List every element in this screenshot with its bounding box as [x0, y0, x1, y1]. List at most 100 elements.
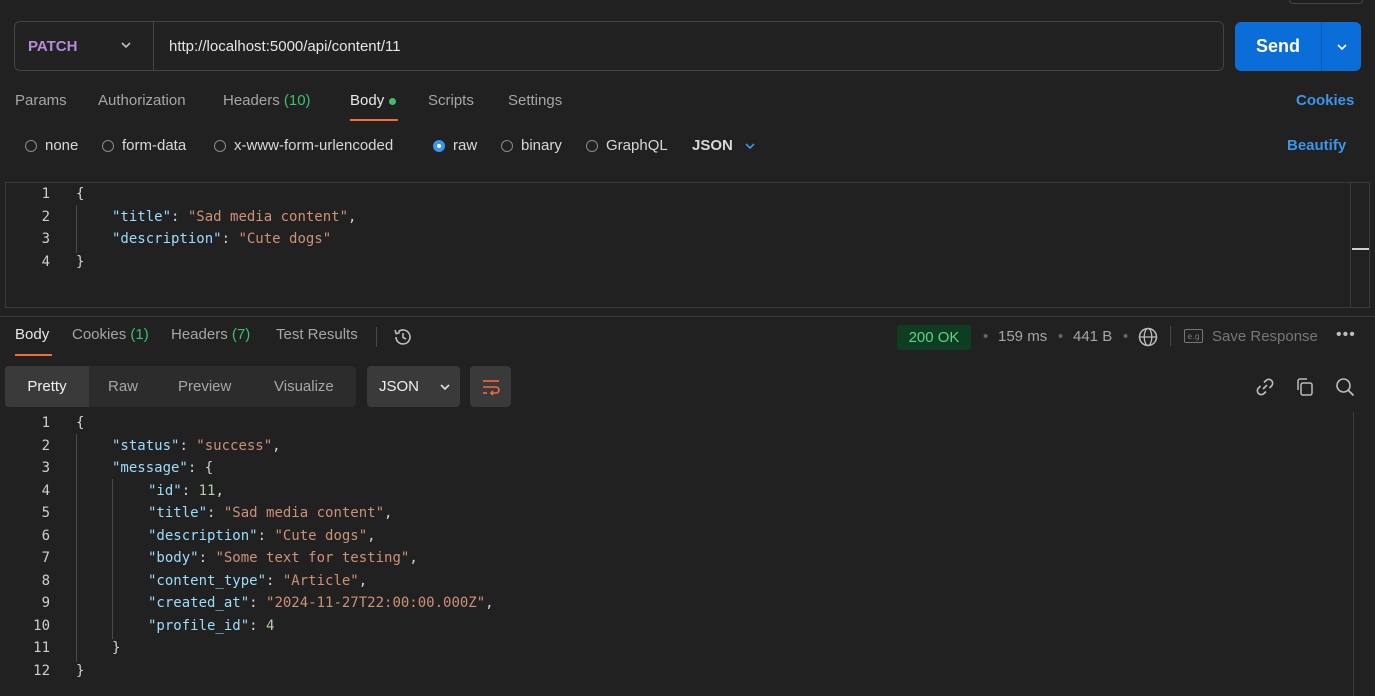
radio-label: x-www-form-urlencoded	[234, 137, 394, 154]
code-line: "status": "success",	[112, 438, 281, 454]
json-number: 11	[198, 483, 216, 499]
radio-circle	[501, 139, 513, 152]
active-tab-underline	[15, 354, 52, 356]
radio-graphql[interactable]: GraphQL	[586, 137, 668, 154]
json-key: "content_type"	[148, 573, 267, 589]
indent-guide	[76, 205, 77, 253]
tab-body[interactable]: Body	[350, 92, 397, 114]
code-line: "message": {	[112, 460, 214, 476]
response-format-select[interactable]: JSON	[367, 366, 460, 407]
wrap-lines-button[interactable]	[470, 366, 511, 407]
search-icon[interactable]	[1334, 376, 1356, 398]
radio-urlencoded[interactable]: x-www-form-urlencoded	[214, 137, 393, 154]
view-pretty[interactable]: Pretty	[5, 366, 89, 407]
code-line: "id": 11,	[148, 483, 224, 499]
globe-icon[interactable]	[1137, 326, 1159, 348]
code-line: "description": "Cute dogs"	[112, 231, 332, 247]
json-key: "title"	[112, 209, 172, 225]
response-time[interactable]: 159 ms	[998, 328, 1047, 345]
tab-label: Headers	[223, 92, 280, 109]
radio-circle	[214, 139, 226, 152]
response-tab-headers[interactable]: Headers (7)	[171, 326, 250, 348]
tab-count: (10)	[283, 92, 311, 109]
status-badge[interactable]: 200 OK	[897, 325, 971, 350]
json-key: "title"	[148, 505, 208, 521]
response-tab-body[interactable]: Body	[15, 326, 49, 348]
url-input[interactable]: http://localhost:5000/api/content/11	[169, 21, 401, 71]
line-number: 7	[41, 550, 50, 566]
cookies-link[interactable]: Cookies	[1296, 92, 1354, 114]
json-string: "2024-11-27T22:00:00.000Z"	[266, 595, 486, 611]
response-size[interactable]: 441 B	[1073, 328, 1112, 345]
line-number: 6	[41, 528, 50, 544]
radio-label: GraphQL	[606, 137, 668, 154]
line-number: 5	[41, 505, 50, 521]
brace-close: }	[112, 640, 121, 656]
line-number: 4	[41, 483, 50, 499]
divider	[376, 327, 377, 347]
json-key: "id"	[148, 483, 182, 499]
format-label: JSON	[379, 378, 420, 395]
pane-divider[interactable]	[0, 316, 1375, 317]
tab-authorization[interactable]: Authorization	[98, 92, 186, 114]
tab-label: Body	[350, 92, 385, 109]
editor-scrollbar[interactable]	[1350, 183, 1370, 307]
view-raw[interactable]: Raw	[108, 366, 138, 407]
radio-label: none	[45, 137, 79, 154]
json-key: "profile_id"	[148, 618, 250, 634]
line-number: 11	[33, 640, 50, 656]
active-tab-underline	[350, 119, 398, 121]
top-toolbar-button-edge[interactable]	[1289, 0, 1363, 4]
line-number: 3	[41, 460, 50, 476]
more-options-icon[interactable]: •••	[1336, 326, 1356, 344]
line-number: 1	[41, 186, 50, 202]
link-icon[interactable]	[1254, 376, 1276, 398]
json-string: "Cute dogs"	[238, 231, 332, 247]
history-icon[interactable]	[392, 326, 414, 348]
response-tab-cookies[interactable]: Cookies (1)	[72, 326, 149, 348]
view-visualize[interactable]: Visualize	[274, 366, 334, 407]
view-preview[interactable]: Preview	[178, 366, 231, 407]
tab-scripts[interactable]: Scripts	[428, 92, 474, 114]
scrollbar-thumb[interactable]	[1352, 248, 1369, 250]
method-label: PATCH	[28, 37, 78, 55]
tab-params[interactable]: Params	[15, 92, 67, 114]
copy-icon[interactable]	[1294, 376, 1316, 398]
line-number: 9	[41, 595, 50, 611]
code-line: "title": "Sad media content",	[148, 505, 393, 521]
method-select[interactable]: PATCH	[14, 21, 154, 71]
json-string: "Article"	[282, 573, 359, 589]
send-options-button[interactable]	[1321, 22, 1361, 71]
line-number: 3	[41, 231, 50, 247]
line-number: 8	[41, 573, 50, 589]
line-number: 12	[33, 663, 50, 679]
response-tab-test-results[interactable]: Test Results	[276, 326, 358, 348]
modified-dot	[389, 97, 397, 105]
brace-open: {	[76, 415, 85, 431]
radio-label: binary	[521, 137, 562, 154]
radio-binary[interactable]: binary	[501, 137, 562, 154]
code-line: "body": "Some text for testing",	[148, 550, 418, 566]
tab-label: Headers	[171, 326, 228, 343]
editor-scrollbar[interactable]	[1353, 412, 1354, 696]
code-line: "content_type": "Article",	[148, 573, 368, 589]
separator-dot: •	[1058, 328, 1064, 345]
json-key: "description"	[148, 528, 258, 544]
radio-raw[interactable]: raw	[433, 137, 477, 154]
radio-none[interactable]: none	[25, 137, 78, 154]
brace-open: {	[76, 186, 85, 202]
raw-format-select[interactable]: JSON	[692, 137, 757, 154]
radio-circle	[102, 139, 114, 152]
json-key: "description"	[112, 231, 222, 247]
radio-circle	[25, 139, 37, 152]
send-button[interactable]: Send	[1235, 22, 1321, 71]
save-response-button[interactable]: Save Response	[1212, 328, 1318, 345]
radio-form-data[interactable]: form-data	[102, 137, 186, 154]
line-number: 10	[33, 618, 50, 634]
beautify-button[interactable]: Beautify	[1287, 137, 1346, 154]
tab-count: (7)	[231, 326, 251, 343]
tab-headers[interactable]: Headers (10)	[223, 92, 311, 114]
tab-settings[interactable]: Settings	[508, 92, 562, 114]
json-string: "Cute dogs"	[274, 528, 368, 544]
code-line: "created_at": "2024-11-27T22:00:00.000Z"…	[148, 595, 494, 611]
